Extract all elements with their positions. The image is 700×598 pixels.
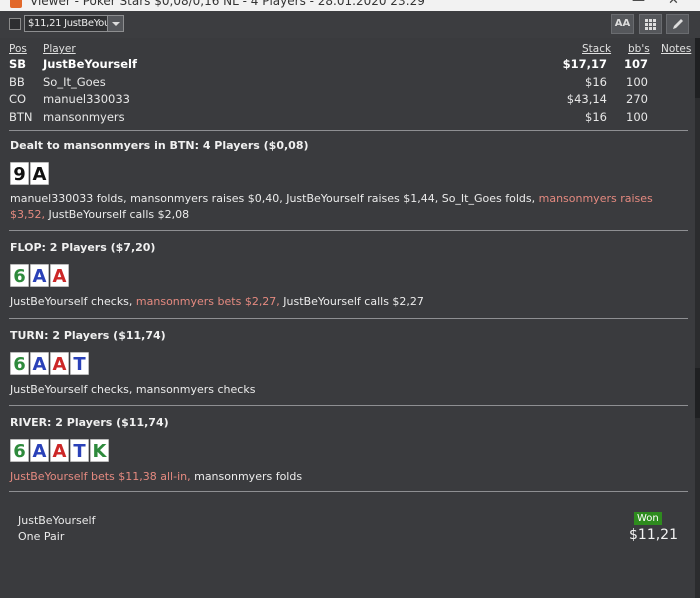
header-stack[interactable]: Stack [582, 43, 611, 55]
app-icon [10, 0, 22, 8]
divider [9, 405, 688, 406]
hand-select-value: $11,21 JustBeYours [28, 18, 119, 29]
action-text: mansonmyers folds [190, 470, 303, 483]
hole-cards: 9 A [10, 162, 49, 185]
row-stack: $17,17 [562, 57, 607, 71]
divider [9, 318, 688, 319]
row-bbs: 100 [626, 75, 648, 89]
playing-card: 6 [10, 264, 29, 287]
table-row: BTN mansonmyers $16 100 [0, 110, 700, 126]
row-player: JustBeYourself [43, 57, 137, 71]
preflop-heading: Dealt to mansonmyers in BTN: 4 Players (… [10, 139, 309, 152]
playing-card: A [30, 162, 49, 185]
playing-card: A [30, 439, 49, 462]
action-text: JustBeYourself checks, mansonmyers check… [10, 383, 256, 396]
grid-icon [645, 19, 656, 30]
playing-card: 6 [10, 439, 29, 462]
turn-actions: JustBeYourself checks, mansonmyers check… [10, 382, 670, 398]
flop-heading: FLOP: 2 Players ($7,20) [10, 241, 156, 254]
window-title: Viewer - Poker Stars $0,08/0,16 NL - 4 P… [30, 0, 425, 8]
header-player[interactable]: Player [43, 43, 76, 55]
row-player: So_It_Goes [43, 75, 106, 89]
winning-hand: One Pair [18, 530, 65, 543]
font-size-button[interactable]: AA [611, 14, 634, 34]
action-text: JustBeYourself calls $2,08 [45, 208, 190, 221]
row-player: manuel330033 [43, 92, 130, 106]
row-pos: BB [9, 75, 25, 89]
header-pos[interactable]: Pos [9, 43, 27, 55]
playing-card: A [50, 352, 69, 375]
turn-cards: 6 A A T [10, 352, 89, 375]
playing-card: A [50, 264, 69, 287]
header-bbs[interactable]: bb's [628, 43, 650, 55]
header-notes[interactable]: Notes [661, 43, 691, 55]
playing-card: K [90, 439, 109, 462]
hand-checkbox[interactable] [9, 18, 21, 30]
action-text: manuel330033 folds, mansonmyers raises $… [10, 192, 539, 205]
playing-card: A [30, 352, 49, 375]
row-bbs: 107 [623, 57, 648, 71]
minimize-button[interactable]: — [632, 0, 645, 8]
row-bbs: 270 [626, 92, 648, 106]
toolbar: $11,21 JustBeYours AA [0, 11, 700, 38]
playing-card: 6 [10, 352, 29, 375]
row-stack: $16 [585, 110, 607, 124]
flop-actions: JustBeYourself checks, mansonmyers bets … [10, 294, 670, 310]
hand-select[interactable]: $11,21 JustBeYours [24, 15, 124, 32]
divider [9, 491, 688, 492]
won-badge: Won [634, 512, 662, 525]
turn-heading: TURN: 2 Players ($11,74) [10, 329, 166, 342]
table-row: CO manuel330033 $43,14 270 [0, 92, 700, 108]
pencil-icon [672, 19, 683, 29]
river-heading: RIVER: 2 Players ($11,74) [10, 416, 169, 429]
winner-name: JustBeYourself [18, 514, 96, 527]
preflop-actions: manuel330033 folds, mansonmyers raises $… [10, 191, 670, 223]
playing-card: T [70, 352, 89, 375]
row-pos: BTN [9, 110, 33, 124]
table-row: BB So_It_Goes $16 100 [0, 75, 700, 91]
won-amount: $11,21 [629, 527, 678, 543]
river-cards: 6 A A T K [10, 439, 109, 462]
playing-card: 9 [10, 162, 29, 185]
playing-card: A [30, 264, 49, 287]
table-row: SB JustBeYourself $17,17 107 [0, 57, 700, 73]
row-bbs: 100 [626, 110, 648, 124]
close-button[interactable]: ✕ [668, 0, 679, 8]
row-stack: $43,14 [566, 92, 607, 106]
river-actions: JustBeYourself bets $11,38 all-in, manso… [10, 469, 670, 485]
action-text: JustBeYourself calls $2,27 [279, 295, 424, 308]
row-stack: $16 [585, 75, 607, 89]
row-player: mansonmyers [43, 110, 125, 124]
action-highlight: mansonmyers bets $2,27, [135, 295, 280, 308]
flop-cards: 6 A A [10, 264, 69, 287]
row-pos: CO [9, 92, 27, 106]
playing-card: T [70, 439, 89, 462]
playing-card: A [50, 439, 69, 462]
chevron-down-icon[interactable] [107, 16, 123, 31]
window-titlebar: Viewer - Poker Stars $0,08/0,16 NL - 4 P… [0, 0, 700, 11]
divider [9, 230, 688, 231]
grid-button[interactable] [639, 14, 662, 34]
action-text: JustBeYourself checks, [10, 295, 136, 308]
divider [9, 130, 688, 131]
edit-button[interactable] [666, 14, 689, 34]
row-pos: SB [9, 57, 27, 71]
action-highlight: JustBeYourself bets $11,38 all-in, [10, 470, 191, 483]
